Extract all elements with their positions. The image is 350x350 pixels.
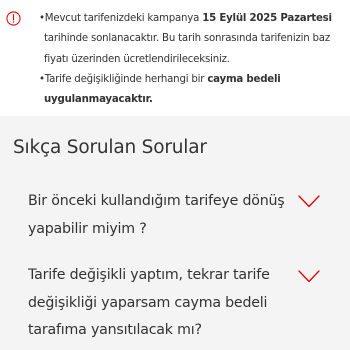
notice-line-5: uygulanmayacaktır. — [39, 90, 344, 110]
notice-line-1-text: •Mevcut tarifenizdeki kampanya — [39, 13, 203, 24]
notice-text: •Mevcut tarifenizdeki kampanya 15 Eylül … — [39, 9, 344, 110]
notice-line-4-text: •Tarife değişikliğinde herhangi bir — [39, 73, 208, 85]
notice-line-4: •Tarife değişikliğinde herhangi bir caym… — [39, 70, 344, 90]
cancellation-fee-term: cayma bedeli — [207, 73, 281, 85]
chevron-down-icon[interactable] — [298, 270, 320, 283]
faq-item-1[interactable]: Bir önceki kullandığım tarifeye dönüş ya… — [0, 188, 350, 248]
faq-title: Sıkça Sorulan Sorular — [13, 137, 207, 158]
chevron-down-icon[interactable] — [298, 195, 320, 208]
faq-question-1-line-2: yapabilir miyim ? — [28, 220, 147, 237]
faq-section: Sıkça Sorulan Sorular Bir önceki kulland… — [0, 116, 350, 350]
faq-question-2: Tarife değişikli yaptım, tekrar tarife d… — [28, 262, 276, 345]
notice-line-5-text: uygulanmayacaktır. — [44, 94, 153, 106]
notice-line-2: tarihinde sonlanacaktır. Bu tarih sonras… — [44, 33, 330, 45]
info-circle-icon — [6, 11, 21, 26]
faq-question-1-line-1: Bir önceki kullandığım tarifeye dönüş — [28, 193, 285, 209]
notice-line-3: fiyatı üzerinden ücretlendirileceksiniz. — [44, 53, 230, 65]
faq-question-2-line-3: tarafıma yansıtılacak mı? — [28, 322, 202, 338]
faq-question-2-line-2: değişikliği yaparsam cayma bedeli — [28, 294, 268, 311]
notice-line-1: •Mevcut tarifenizdeki kampanya 15 Eylül … — [39, 9, 344, 29]
faq-question-1: Bir önceki kullandığım tarifeye dönüş ya… — [28, 188, 285, 243]
faq-item-2[interactable]: Tarife değişikli yaptım, tekrar tarife d… — [0, 262, 350, 348]
page: •Mevcut tarifenizdeki kampanya 15 Eylül … — [0, 0, 350, 350]
campaign-end-date: 15 Eylül 2025 Pazartesi — [202, 13, 332, 24]
campaign-notice: •Mevcut tarifenizdeki kampanya 15 Eylül … — [0, 0, 350, 116]
faq-question-2-line-1: Tarife değişikli yaptım, tekrar tarife — [28, 267, 270, 283]
